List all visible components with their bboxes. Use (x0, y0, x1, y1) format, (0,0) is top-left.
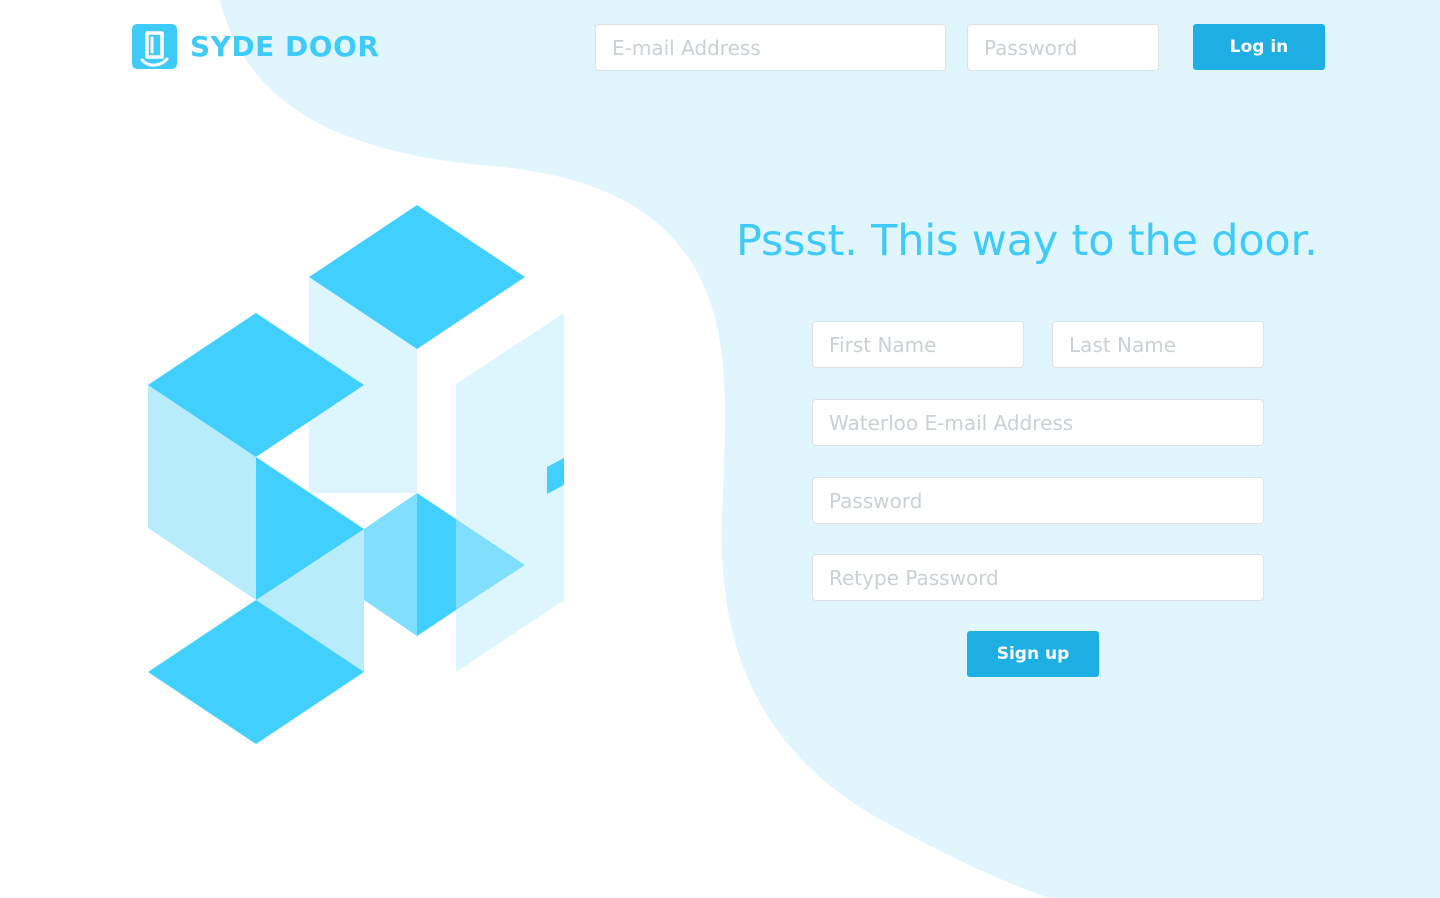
login-password-input[interactable] (967, 24, 1159, 71)
login-email-input[interactable] (595, 24, 946, 71)
signup-headline: Pssst. This way to the door. (736, 216, 1318, 266)
signup-password-field[interactable] (812, 477, 1264, 524)
retype-password-field[interactable] (812, 554, 1264, 601)
first-name-field[interactable] (812, 321, 1024, 368)
last-name-field[interactable] (1052, 321, 1264, 368)
brand-name: SYDE DOOR (190, 30, 380, 63)
login-button[interactable]: Log in (1193, 24, 1325, 70)
signup-button[interactable]: Sign up (967, 631, 1099, 677)
isometric-cubes-illustration (148, 205, 564, 744)
brand-logo[interactable]: SYDE DOOR (132, 24, 379, 69)
door-logo-icon (132, 24, 177, 69)
waterloo-email-field[interactable] (812, 399, 1264, 446)
